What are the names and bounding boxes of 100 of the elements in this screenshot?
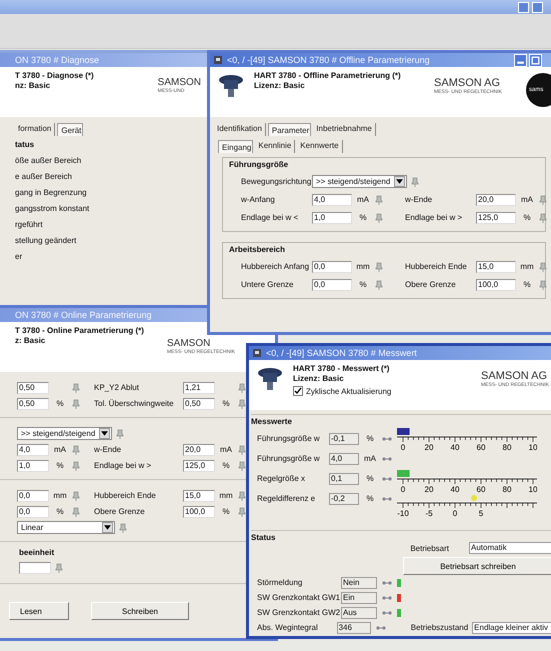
tab[interactable]: Inbetriebnahme [313, 123, 376, 136]
input-field[interactable]: 0,50 [17, 398, 49, 410]
input-field[interactable]: 125,0 [183, 460, 215, 472]
value-field: 4,0 [329, 452, 359, 464]
window-title: ON 3780 # Diagnose [15, 55, 100, 65]
brand-name: SAMSON [167, 338, 212, 349]
dropdown[interactable]: >> steigend/steigend [312, 175, 408, 188]
input-field[interactable]: 20,0 [476, 194, 516, 206]
input-field[interactable]: 0,0 [312, 260, 352, 272]
input-field[interactable]: 4,0 [17, 444, 49, 456]
device-heading: T 3780 - Online Parametrierung (*) [15, 326, 144, 335]
link-icon[interactable] [381, 496, 393, 502]
tab[interactable]: Parameter [268, 123, 312, 136]
input-field[interactable]: 0,0 [17, 506, 49, 518]
section-title: tatus [15, 140, 36, 149]
pin-icon[interactable] [237, 398, 247, 408]
status-item: er [15, 252, 24, 261]
link-icon[interactable] [381, 580, 393, 586]
field-label: w-Anfang [240, 195, 276, 204]
input-field[interactable]: 15,0 [183, 490, 215, 502]
tick-label: 60 [476, 485, 486, 494]
field-label: Regelgröße x [256, 474, 306, 483]
dropdown[interactable]: Linear [17, 521, 115, 534]
write-mode-button[interactable]: Betriebsart schreiben [403, 557, 551, 575]
window-title: <0, / -[49] SAMSON 3780 # Messwert [266, 348, 417, 358]
value-field: Endlage kleiner aktiv [472, 622, 551, 634]
field-label: Führungsgröße w [256, 434, 321, 443]
link-icon[interactable] [381, 610, 393, 616]
status-item: öße außer Bereich [15, 156, 82, 165]
window-title: <0, / -[49] SAMSON 3780 # Offline Parametrierung [227, 55, 430, 65]
tab[interactable]: Kennwerte [297, 140, 343, 153]
caret-icon[interactable] [99, 428, 110, 439]
tab[interactable]: Gerät [57, 123, 84, 136]
caret-icon[interactable] [102, 522, 113, 533]
input-field[interactable]: 125,0 [476, 212, 516, 224]
input-field[interactable]: 0,0 [17, 490, 49, 502]
input-field[interactable]: 0,0 [312, 278, 352, 290]
unit-label: % [222, 399, 230, 408]
input-field[interactable]: 15,0 [476, 260, 516, 272]
unit-label: % [365, 434, 375, 443]
tick-label: 0 [400, 443, 406, 452]
device-heading: T 3780 - Diagnose (*) [15, 71, 94, 80]
link-icon[interactable] [381, 436, 393, 442]
unit-label: % [365, 494, 375, 503]
checkbox[interactable] [293, 386, 303, 396]
pin-icon[interactable] [237, 506, 247, 516]
action-button[interactable]: Schreiben [91, 602, 189, 620]
link-icon[interactable] [374, 624, 387, 630]
unit-label: % [523, 213, 531, 222]
link-icon[interactable] [381, 594, 393, 600]
action-button[interactable]: Lesen [9, 602, 69, 620]
brand-name: SAMSON [158, 77, 201, 88]
input-field[interactable]: 4,0 [312, 194, 352, 206]
input-field[interactable]: 1,0 [312, 212, 352, 224]
link-icon[interactable] [381, 476, 393, 482]
dropdown[interactable]: >> steigend/steigend [17, 427, 112, 440]
link-icon[interactable] [381, 456, 393, 462]
input-field[interactable]: 1,21 [183, 382, 215, 394]
tick-label: 0 [452, 509, 458, 518]
window-control-icon[interactable] [532, 2, 543, 12]
brand-name: SAMSON AG [434, 77, 502, 89]
unit-label: % [222, 461, 230, 470]
field-label: Bewegungsrichtung [240, 177, 309, 186]
value-field: Ein [341, 592, 377, 604]
input-field[interactable]: 100,0 [183, 506, 215, 518]
tab[interactable]: Eingang [218, 140, 254, 153]
license-label: Lizenz: Basic [254, 81, 306, 90]
tab[interactable]: Kennlinie [255, 140, 296, 153]
device-heading: HART 3780 - Messwert (*) [293, 364, 390, 373]
tick-label: 10 [528, 485, 537, 494]
caret-icon[interactable] [394, 176, 406, 187]
input-field[interactable]: 20,0 [183, 444, 215, 456]
group-title: beeinheit [19, 548, 56, 557]
input-field[interactable]: 1,0 [17, 460, 49, 472]
status-item: gang in Begrenzung [15, 188, 88, 197]
unit-label: % [222, 507, 230, 516]
tab[interactable]: formation [15, 123, 56, 136]
input-field[interactable]: 100,0 [476, 278, 516, 290]
tab[interactable]: Identifikation [214, 123, 266, 136]
tick-label: 5 [478, 509, 484, 518]
pin-icon[interactable] [237, 382, 247, 392]
pin-icon[interactable] [237, 444, 247, 454]
tick-label: -10 [397, 509, 409, 518]
tick-label: 40 [450, 485, 460, 494]
field-label: Obere Grenze [404, 280, 457, 289]
unit-label: % [56, 461, 64, 470]
pin-icon[interactable] [237, 490, 247, 500]
cyclic-update-checkbox[interactable]: Zyklische Aktualisierung [293, 386, 392, 396]
field-label: Tol. Überschwingweite [93, 399, 175, 408]
input-field[interactable] [19, 562, 51, 574]
group-title: Arbeitsbereich [229, 245, 286, 254]
group-title: Status [251, 533, 276, 542]
input-field[interactable]: 0,50 [183, 398, 215, 410]
pin-icon[interactable] [237, 460, 247, 470]
field-label: w-Ende [404, 195, 434, 204]
input-field[interactable]: 0,50 [17, 382, 49, 394]
status-item: stellung geändert [15, 236, 78, 245]
license-label: nz: Basic [15, 81, 52, 90]
window-control-icon[interactable] [518, 2, 529, 12]
field-label: Störmeldung [256, 578, 304, 587]
